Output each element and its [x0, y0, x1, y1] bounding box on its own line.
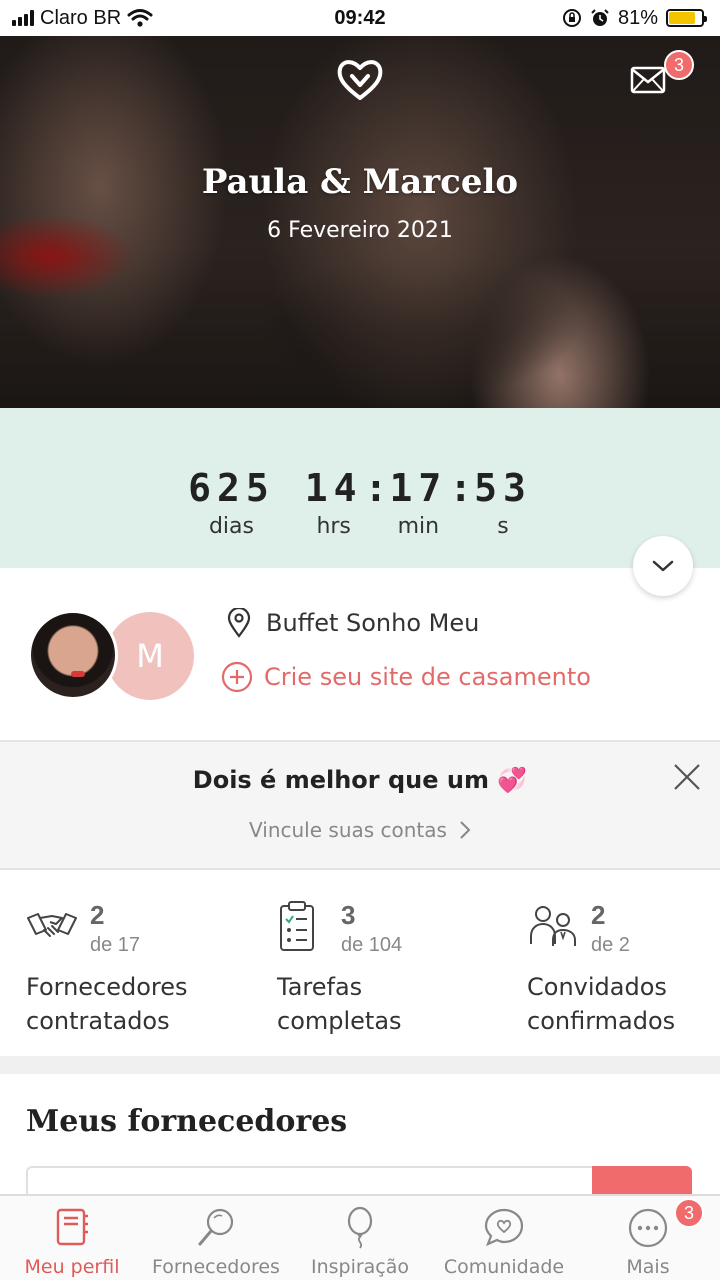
venue[interactable]: Buffet Sonho Meu: [226, 608, 479, 638]
wedding-date: 6 Fevereiro 2021: [267, 218, 453, 243]
heart-logo-icon[interactable]: [334, 56, 386, 106]
alarm-icon: [591, 9, 609, 26]
nav-comunidade[interactable]: Comunidade: [432, 1196, 576, 1280]
bottom-nav: Meu perfil Fornecedores Inspiração Comun…: [0, 1194, 720, 1280]
countdown-minutes: 17 min: [389, 466, 448, 539]
checklist-icon: [280, 901, 314, 951]
nav-mais[interactable]: Mais 3: [576, 1196, 720, 1280]
chevron-down-icon: [652, 560, 674, 572]
location-pin-icon: [227, 608, 251, 638]
suppliers-title: Meus fornecedores: [26, 1104, 348, 1139]
cover-photo: 3 Paula & Marcelo 6 Fevereiro 2021: [0, 36, 720, 456]
countdown-seconds: 53 s: [474, 466, 532, 539]
close-button[interactable]: [672, 762, 702, 796]
stats-section: 2 de 17 Fornecedores contratados 3 de 10…: [0, 870, 720, 1056]
status-bar: Claro BR 09:42 81%: [0, 0, 720, 36]
partner-avatar[interactable]: M: [106, 612, 194, 700]
balloon-icon: [347, 1206, 373, 1249]
nav-fornecedores[interactable]: Fornecedores: [144, 1196, 288, 1280]
signal-icon: [12, 10, 34, 26]
messages-button[interactable]: 3: [630, 50, 694, 98]
more-icon: [628, 1208, 668, 1248]
battery-icon: [666, 9, 707, 27]
link-accounts-button[interactable]: Vincule suas contas: [0, 818, 720, 842]
nav-inspiracao[interactable]: Inspiração: [288, 1196, 432, 1280]
carrier-label: Claro BR: [40, 6, 122, 29]
rotation-lock-icon: [562, 9, 581, 27]
create-site-link[interactable]: Crie seu site de casamento: [220, 660, 591, 694]
section-divider: [0, 1056, 720, 1074]
handshake-icon: [27, 913, 77, 937]
guests-icon: [530, 906, 576, 946]
profile-notebook-icon: [56, 1208, 88, 1246]
couple-name: Paula & Marcelo: [201, 162, 519, 202]
wifi-icon: [127, 9, 153, 27]
search-icon: [198, 1208, 234, 1246]
countdown-hours: 14 hrs: [304, 466, 363, 539]
close-icon: [674, 764, 700, 790]
venue-name: Buffet Sonho Meu: [266, 609, 480, 637]
chevron-right-icon: [460, 821, 471, 839]
link-accounts-title: Dois é melhor que um 💞: [192, 766, 528, 794]
profile-info: M Buffet Sonho Meu Crie seu site de casa…: [0, 568, 720, 740]
user-avatar[interactable]: [28, 610, 118, 700]
create-site-label: Crie seu site de casamento: [264, 663, 591, 691]
messages-badge: 3: [664, 50, 694, 80]
suppliers-section: Meus fornecedores: [0, 1074, 720, 1196]
hero-wave: [0, 409, 720, 452]
link-accounts-card: Dois é melhor que um 💞 Vincule suas cont…: [0, 740, 720, 870]
supplier-search-button[interactable]: [592, 1166, 692, 1196]
more-badge: 3: [674, 1198, 704, 1228]
envelope-icon: [630, 66, 666, 94]
countdown-days: 625 dias: [188, 466, 275, 539]
nav-meu-perfil[interactable]: Meu perfil: [0, 1196, 144, 1280]
expand-countdown-button[interactable]: [633, 536, 693, 596]
plus-circle-icon: [221, 661, 253, 693]
chat-heart-icon: [484, 1208, 524, 1247]
battery-percent: 81%: [617, 6, 658, 29]
